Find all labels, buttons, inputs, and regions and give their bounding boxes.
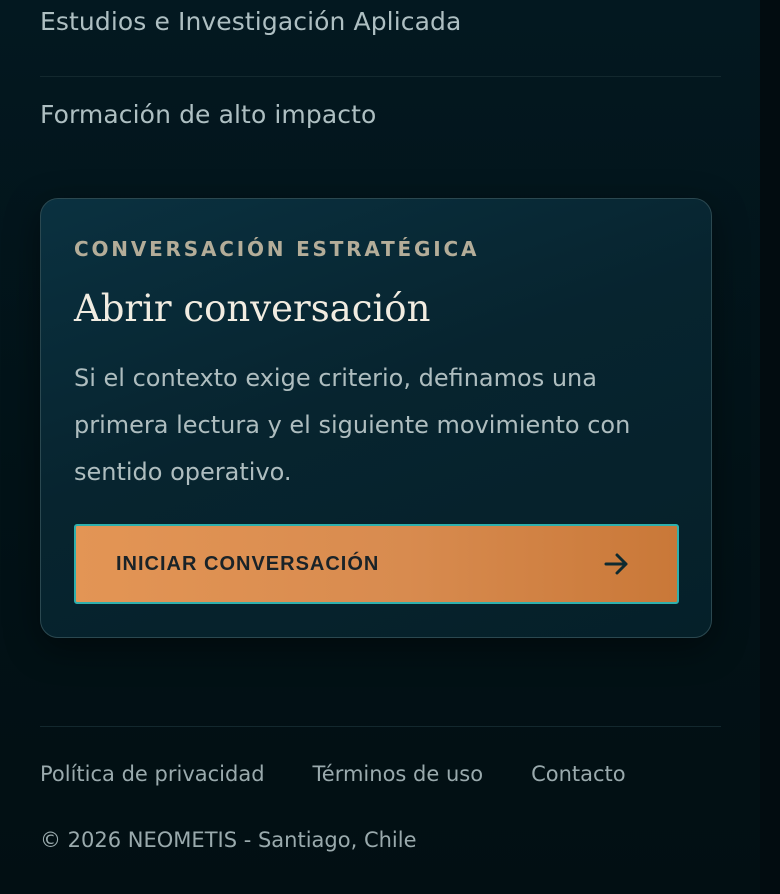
nav-item-estudios[interactable]: Estudios e Investigación Aplicada	[40, 7, 461, 36]
nav-item-formacion[interactable]: Formación de alto impacto	[40, 100, 376, 129]
privacy-policy-link[interactable]: Política de privacidad	[40, 762, 265, 786]
copyright-text: © 2026 NEOMETIS - Santiago, Chile	[40, 828, 417, 852]
start-conversation-label: INICIAR CONVERSACIÓN	[116, 552, 380, 575]
terms-of-use-link[interactable]: Términos de uso	[313, 762, 484, 786]
footer-divider	[40, 726, 721, 727]
card-eyebrow: CONVERSACIÓN ESTRATÉGICA	[74, 237, 480, 261]
nav-divider	[40, 76, 721, 77]
right-edge-panel	[760, 0, 780, 894]
contact-link[interactable]: Contacto	[531, 762, 626, 786]
arrow-right-icon	[603, 550, 631, 578]
start-conversation-button[interactable]: INICIAR CONVERSACIÓN	[74, 524, 679, 604]
card-title: Abrir conversación	[74, 287, 431, 330]
conversation-card: CONVERSACIÓN ESTRATÉGICA Abrir conversac…	[40, 198, 712, 638]
card-body: Si el contexto exige criterio, definamos…	[74, 364, 631, 486]
footer-links: Política de privacidad Términos de uso C…	[40, 762, 626, 786]
